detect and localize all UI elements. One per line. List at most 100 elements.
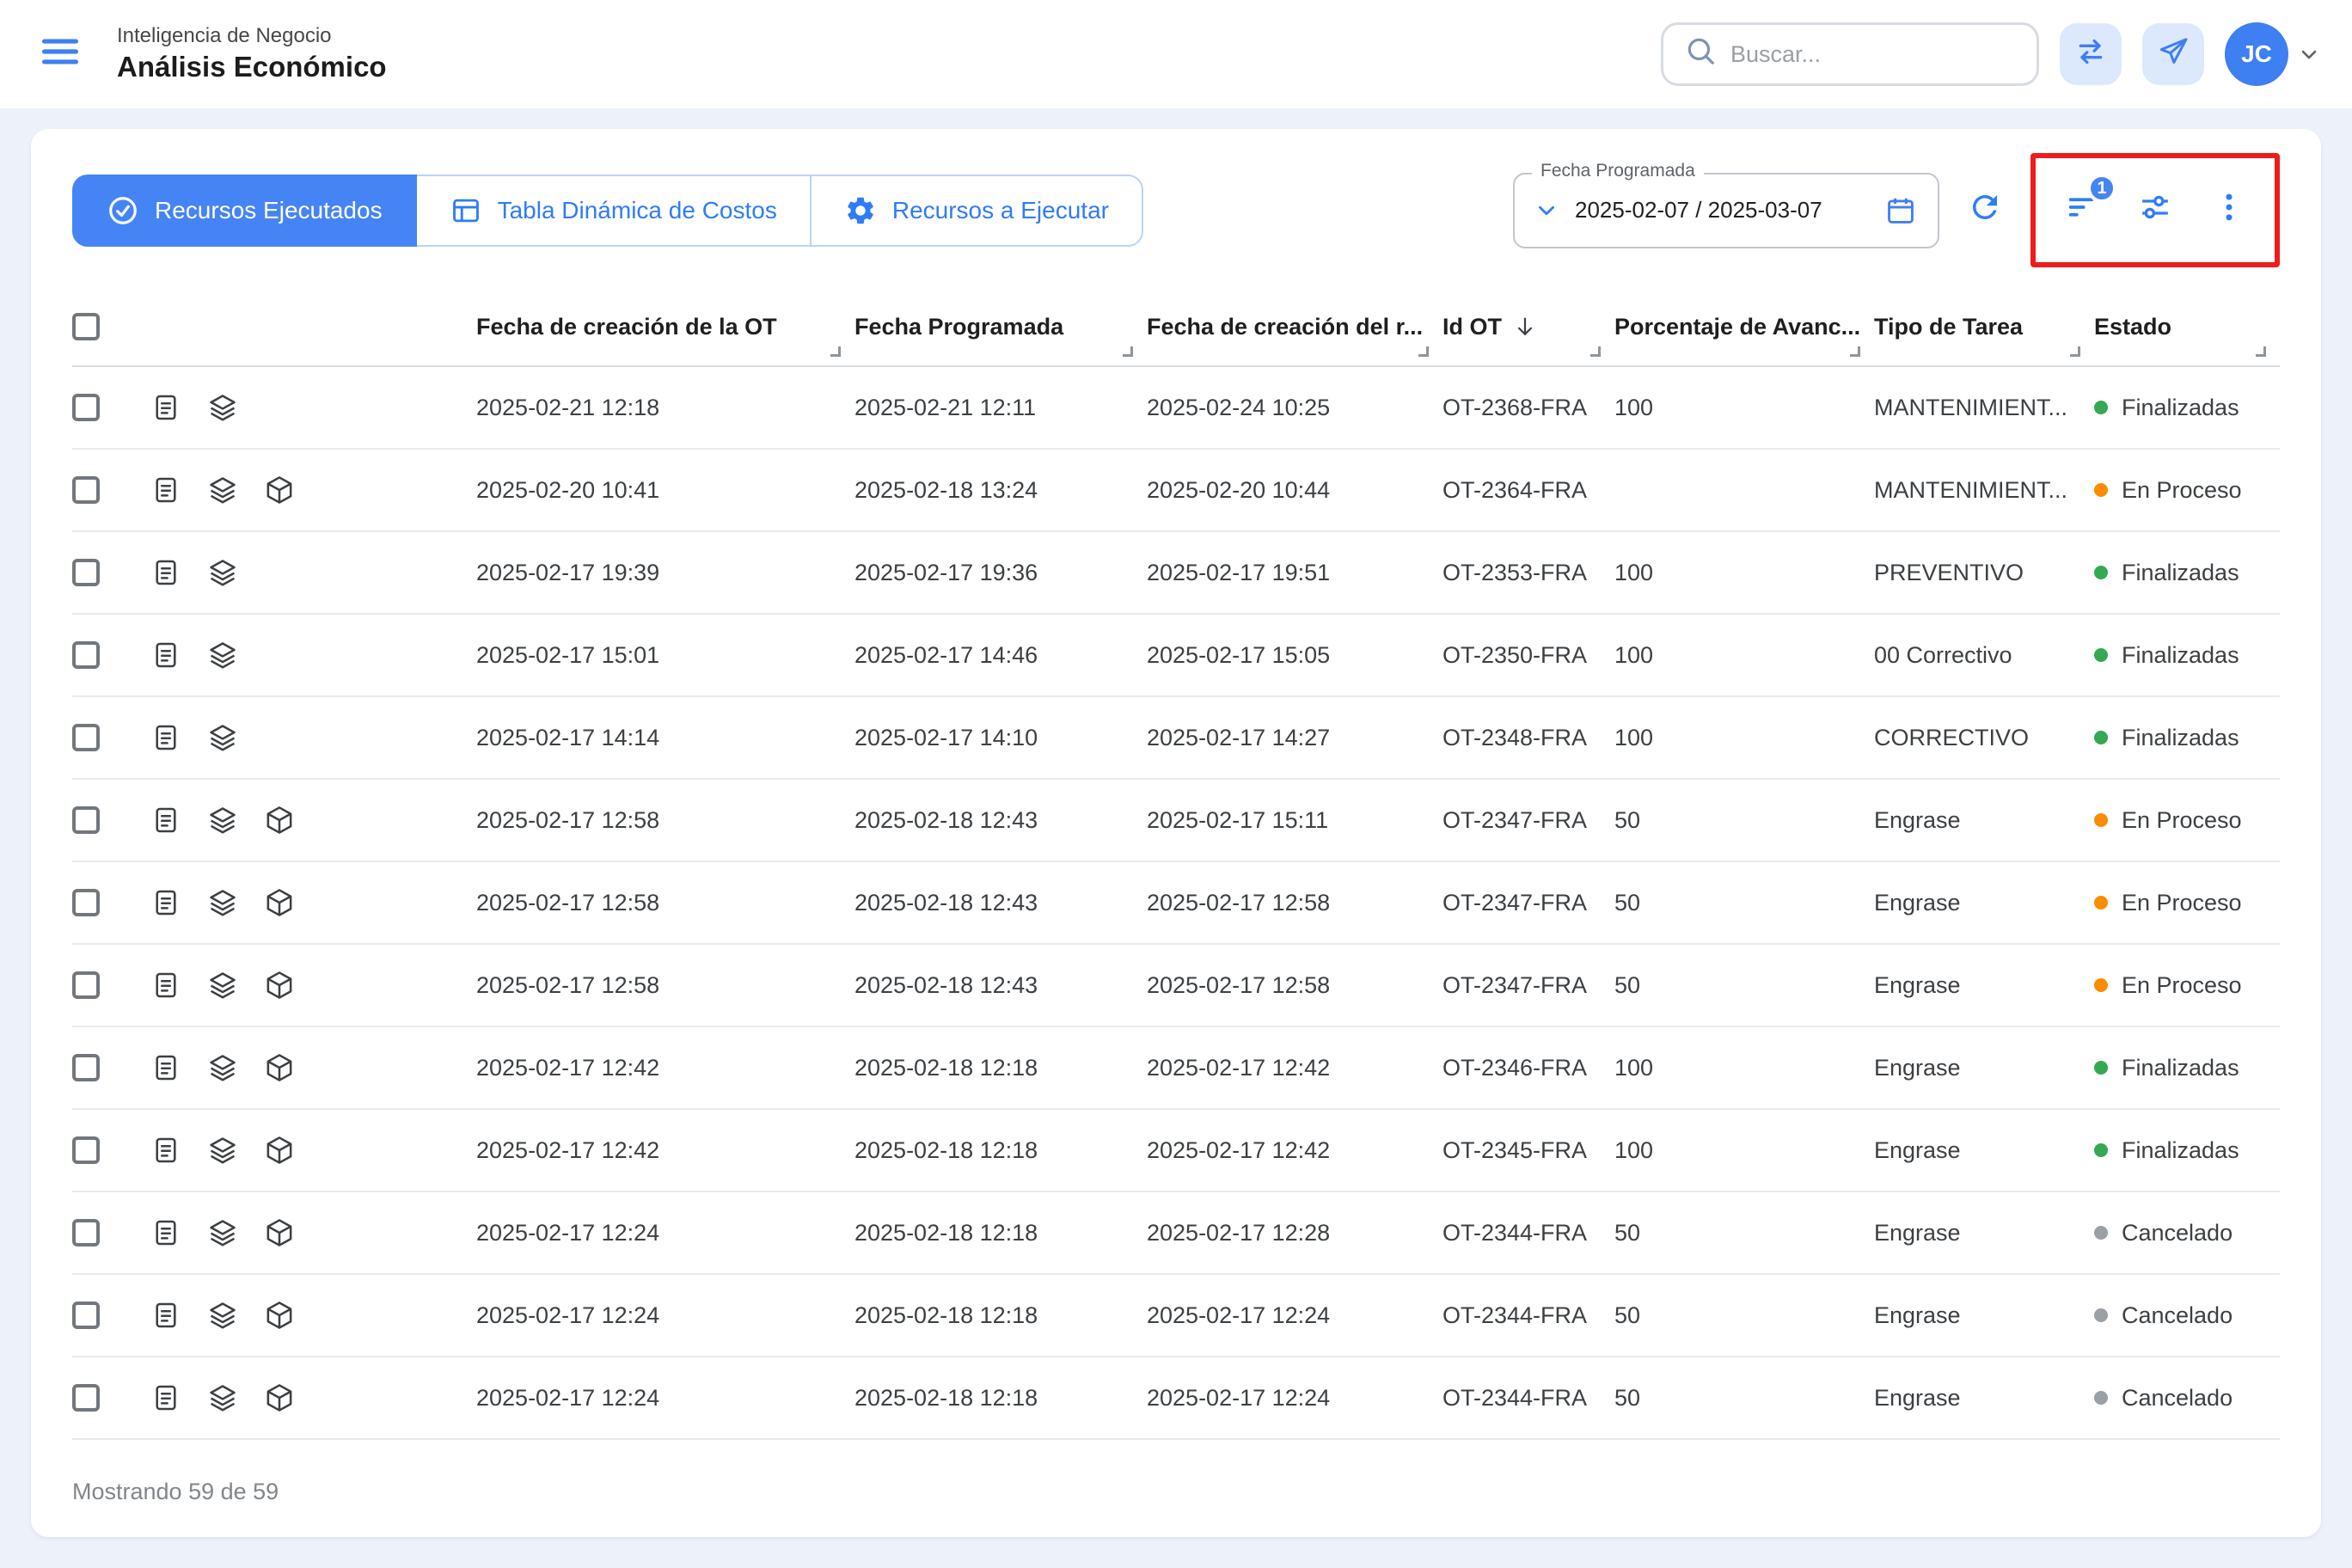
cube-icon[interactable] — [263, 804, 296, 836]
cell-id-ot: OT-2344-FRA — [1442, 1302, 1588, 1328]
column-header-fecha-creacion-recurso[interactable]: Fecha de creación del r... — [1147, 288, 1442, 365]
column-resize-handle[interactable] — [1123, 346, 1133, 357]
cell-fecha-programada: 2025-02-17 14:46 — [854, 641, 1038, 668]
column-resize-handle[interactable] — [830, 346, 841, 357]
row-checkbox[interactable] — [72, 889, 100, 916]
row-checkbox[interactable] — [72, 1136, 100, 1164]
cell-fecha-creacion-ot: 2025-02-17 12:42 — [476, 1054, 660, 1081]
search-box[interactable] — [1661, 22, 2039, 86]
row-checkbox[interactable] — [72, 1384, 100, 1412]
table-row[interactable]: 2025-02-17 14:14 2025-02-17 14:10 2025-0… — [72, 697, 2280, 780]
calendar-icon[interactable] — [1884, 194, 1917, 227]
cube-icon[interactable] — [263, 1299, 296, 1332]
document-icon[interactable] — [150, 1134, 182, 1167]
cube-icon[interactable] — [263, 1051, 296, 1084]
row-checkbox[interactable] — [72, 971, 100, 999]
column-header-estado[interactable]: Estado — [2094, 288, 2280, 365]
column-resize-handle[interactable] — [2256, 346, 2266, 357]
column-header-fecha-creacion-ot[interactable]: Fecha de creación de la OT — [476, 288, 854, 365]
sort-desc-arrow-icon[interactable] — [1512, 314, 1538, 340]
cube-icon[interactable] — [263, 886, 296, 919]
cube-icon[interactable] — [263, 474, 296, 506]
table-row[interactable]: 2025-02-20 10:41 2025-02-18 13:24 2025-0… — [72, 450, 2280, 532]
table-row[interactable]: 2025-02-17 12:58 2025-02-18 12:43 2025-0… — [72, 780, 2280, 862]
tab-recursos-a-ejecutar[interactable]: Recursos a Ejecutar — [809, 174, 1143, 247]
date-range-field[interactable]: Fecha Programada 2025-02-07 / 2025-03-07 — [1513, 160, 1939, 248]
layers-icon[interactable] — [206, 639, 239, 671]
avatar[interactable]: JC — [2225, 22, 2288, 86]
document-icon[interactable] — [150, 721, 182, 754]
more-options-button[interactable] — [2211, 189, 2247, 231]
document-icon[interactable] — [150, 639, 182, 671]
column-header-fecha-programada[interactable]: Fecha Programada — [854, 288, 1147, 365]
cell-id-ot: OT-2353-FRA — [1442, 559, 1588, 585]
document-icon[interactable] — [150, 1051, 182, 1084]
table-row[interactable]: 2025-02-17 12:42 2025-02-18 12:18 2025-0… — [72, 1027, 2280, 1110]
filter-button[interactable]: 1 — [2063, 174, 2116, 231]
column-resize-handle[interactable] — [2070, 346, 2080, 357]
layers-icon[interactable] — [206, 1299, 239, 1332]
row-checkbox[interactable] — [72, 1302, 100, 1329]
document-icon[interactable] — [150, 556, 182, 589]
layers-icon[interactable] — [206, 556, 239, 589]
user-menu[interactable]: JC — [2225, 22, 2321, 86]
table-row[interactable]: 2025-02-17 12:58 2025-02-18 12:43 2025-0… — [72, 945, 2280, 1027]
layers-icon[interactable] — [206, 391, 239, 424]
document-icon[interactable] — [150, 1216, 182, 1249]
cube-icon[interactable] — [263, 969, 296, 1001]
compare-arrows-button[interactable] — [2060, 23, 2122, 85]
document-icon[interactable] — [150, 391, 182, 424]
menu-button[interactable] — [31, 22, 89, 87]
layers-icon[interactable] — [206, 886, 239, 919]
document-icon[interactable] — [150, 1381, 182, 1414]
layers-icon[interactable] — [206, 1051, 239, 1084]
row-checkbox[interactable] — [72, 476, 100, 504]
column-resize-handle[interactable] — [1850, 346, 1860, 357]
row-checkbox[interactable] — [72, 724, 100, 751]
status-label: Finalizadas — [2122, 394, 2239, 420]
column-header-id-ot[interactable]: Id OT — [1442, 288, 1614, 365]
row-checkbox[interactable] — [72, 1219, 100, 1246]
table-row[interactable]: 2025-02-17 15:01 2025-02-17 14:46 2025-0… — [72, 615, 2280, 697]
document-icon[interactable] — [150, 1299, 182, 1332]
row-checkbox[interactable] — [72, 1054, 100, 1081]
layers-icon[interactable] — [206, 969, 239, 1001]
column-resize-handle[interactable] — [1590, 346, 1601, 357]
layers-icon[interactable] — [206, 1216, 239, 1249]
column-settings-button[interactable] — [2137, 189, 2173, 231]
refresh-button[interactable] — [1960, 182, 2010, 238]
layers-icon[interactable] — [206, 474, 239, 506]
cube-icon[interactable] — [263, 1381, 296, 1414]
select-all-checkbox[interactable] — [72, 313, 100, 340]
layers-icon[interactable] — [206, 1381, 239, 1414]
cube-icon[interactable] — [263, 1216, 296, 1249]
table-row[interactable]: 2025-02-21 12:18 2025-02-21 12:11 2025-0… — [72, 367, 2280, 450]
search-input[interactable] — [1730, 40, 2016, 68]
layers-icon[interactable] — [206, 721, 239, 754]
cell-id-ot: OT-2344-FRA — [1442, 1384, 1588, 1411]
document-icon[interactable] — [150, 886, 182, 919]
tab-recursos-ejecutados[interactable]: Recursos Ejecutados — [72, 174, 417, 247]
row-checkbox[interactable] — [72, 559, 100, 586]
send-button[interactable] — [2142, 23, 2204, 85]
layers-icon[interactable] — [206, 1134, 239, 1167]
tab-tabla-dinamica-costos[interactable]: Tabla Dinámica de Costos — [414, 174, 812, 247]
row-checkbox[interactable] — [72, 641, 100, 669]
column-header-porcentaje-avance[interactable]: Porcentaje de Avanc... — [1614, 288, 1874, 365]
layers-icon[interactable] — [206, 804, 239, 836]
table-row[interactable]: 2025-02-17 12:24 2025-02-18 12:18 2025-0… — [72, 1192, 2280, 1275]
table-row[interactable]: 2025-02-17 12:24 2025-02-18 12:18 2025-0… — [72, 1357, 2280, 1440]
row-checkbox[interactable] — [72, 806, 100, 834]
column-header-tipo-tarea[interactable]: Tipo de Tarea — [1874, 288, 2094, 365]
document-icon[interactable] — [150, 969, 182, 1001]
document-icon[interactable] — [150, 804, 182, 836]
document-icon[interactable] — [150, 474, 182, 506]
table-row[interactable]: 2025-02-17 12:42 2025-02-18 12:18 2025-0… — [72, 1110, 2280, 1192]
date-dropdown-chevron-icon[interactable] — [1535, 199, 1558, 222]
table-row[interactable]: 2025-02-17 12:58 2025-02-18 12:43 2025-0… — [72, 862, 2280, 945]
table-row[interactable]: 2025-02-17 12:24 2025-02-18 12:18 2025-0… — [72, 1275, 2280, 1357]
column-resize-handle[interactable] — [1418, 346, 1429, 357]
cube-icon[interactable] — [263, 1134, 296, 1167]
table-row[interactable]: 2025-02-17 19:39 2025-02-17 19:36 2025-0… — [72, 532, 2280, 615]
row-checkbox[interactable] — [72, 394, 100, 421]
